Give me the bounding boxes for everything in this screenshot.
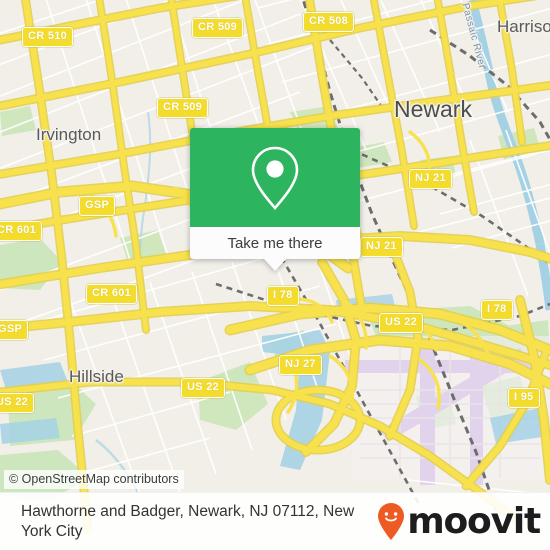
footer-bar: Hawthorne and Badger, Newark, NJ 07112, … — [0, 492, 550, 550]
road-shield-nj21-n[interactable]: NJ 21 — [409, 169, 452, 189]
road-shield-cr601-w[interactable]: CR 601 — [0, 221, 43, 241]
location-popup-card[interactable]: Take me there — [190, 128, 360, 271]
place-label-newark: Newark — [394, 96, 472, 122]
take-me-there-label: Take me there — [227, 234, 323, 252]
moovit-logo[interactable]: moovit — [377, 502, 550, 542]
road-shield-i95[interactable]: I 95 — [508, 388, 540, 408]
map-canvas[interactable] — [0, 0, 550, 550]
place-label-irvington: Irvington — [36, 125, 102, 144]
road-shield-nj27[interactable]: NJ 27 — [279, 355, 322, 375]
place-label-hillside: Hillside — [69, 367, 124, 386]
road-shield-cr601[interactable]: CR 601 — [86, 284, 138, 304]
road-shield-us22-w[interactable]: US 22 — [0, 393, 35, 413]
road-shield-us22-s[interactable]: US 22 — [181, 378, 226, 398]
road-shield-cr509-w[interactable]: CR 509 — [157, 98, 209, 118]
address-label: Hawthorne and Badger, Newark, NJ 07112, … — [21, 502, 355, 540]
map-screenshot-root: Irvington Hillside Newark Harrison Passa… — [0, 0, 550, 550]
place-label-harrison: Harrison — [497, 17, 550, 36]
moovit-wordmark: moovit — [407, 500, 541, 542]
popup-header — [190, 128, 360, 227]
road-shield-i78-e[interactable]: I 78 — [481, 300, 513, 320]
road-shield-us22-e[interactable]: US 22 — [379, 313, 424, 333]
road-shield-i78-w[interactable]: I 78 — [267, 286, 299, 306]
road-shield-cr508[interactable]: CR 508 — [303, 12, 355, 32]
popup-tail-pointer — [264, 259, 286, 271]
road-shield-nj21-s[interactable]: NJ 21 — [360, 237, 403, 257]
road-shield-cr509-n[interactable]: CR 509 — [192, 18, 244, 38]
popup-footer[interactable]: Take me there — [190, 227, 360, 259]
road-shield-gsp-w[interactable]: GSP — [0, 320, 29, 340]
road-shield-gsp-n[interactable]: GSP — [79, 196, 116, 216]
road-shield-cr510[interactable]: CR 510 — [22, 27, 74, 47]
osm-attribution[interactable]: © OpenStreetMap contributors — [4, 470, 184, 489]
location-pin-icon — [251, 146, 299, 210]
moovit-smiley-pin-icon — [378, 502, 405, 540]
